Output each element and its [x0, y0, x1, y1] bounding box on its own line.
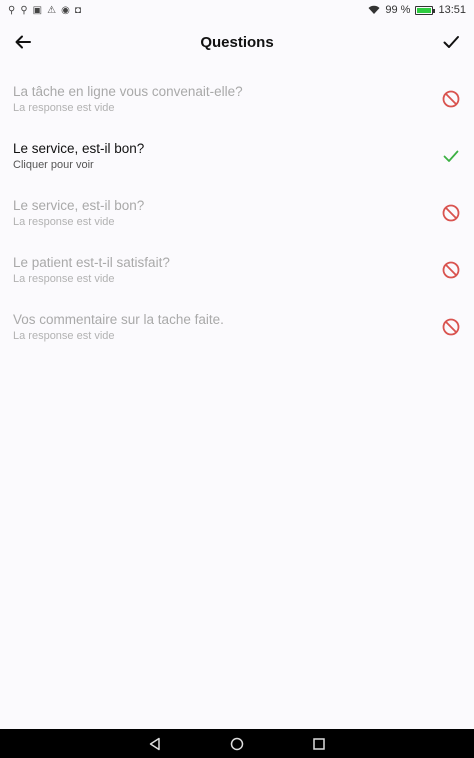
- empty-response-icon: [442, 204, 460, 221]
- question-subtitle: La response est vide: [13, 101, 115, 114]
- question-text: Le patient est-t-il satisfait?: [13, 254, 170, 270]
- question-subtitle: Cliquer pour voir: [13, 158, 94, 171]
- question-row-2[interactable]: Le service, est-il bon? Cliquer pour voi…: [0, 127, 474, 184]
- questions-list: La tâche en ligne vous convenait-elle? L…: [0, 70, 474, 355]
- answered-check-icon: [443, 150, 459, 162]
- usb-icon: ⚲: [20, 4, 28, 16]
- notification-icons: ⚲ ⚲ ▣ ⚠ ◉ ◘: [8, 5, 81, 16]
- image-icon: ▣: [32, 4, 43, 16]
- question-row-1[interactable]: La tâche en ligne vous convenait-elle? L…: [0, 70, 474, 127]
- clock: 13:51: [438, 4, 466, 16]
- empty-response-icon: [442, 318, 460, 335]
- nav-recents-icon: [313, 737, 325, 750]
- check-icon: [443, 36, 459, 48]
- nav-recents-button[interactable]: [311, 736, 327, 752]
- battery-icon: [415, 5, 436, 15]
- question-subtitle: La response est vide: [13, 215, 115, 228]
- arrow-left-icon: [15, 35, 31, 49]
- battery-percent: 99 %: [385, 4, 411, 16]
- pinterest-icon: ◉: [61, 4, 70, 16]
- empty-response-icon: [442, 90, 460, 107]
- warning-icon: ⚠: [47, 4, 57, 16]
- app-bar: Questions: [0, 20, 474, 64]
- wifi-icon: [368, 5, 380, 14]
- question-subtitle: La response est vide: [13, 272, 115, 285]
- nav-back-icon: [149, 737, 160, 750]
- nav-home-button[interactable]: [229, 736, 245, 752]
- question-row-4[interactable]: Le patient est-t-il satisfait? La respon…: [0, 241, 474, 298]
- back-button[interactable]: [10, 29, 36, 55]
- system-nav-bar: [0, 729, 474, 758]
- status-bar: ⚲ ⚲ ▣ ⚠ ◉ ◘ 99 % 13:51: [0, 0, 474, 20]
- question-row-3[interactable]: Le service, est-il bon? La response est …: [0, 184, 474, 241]
- question-text: Le service, est-il bon?: [13, 140, 145, 156]
- page-title: Questions: [200, 33, 274, 51]
- nav-back-button[interactable]: [147, 736, 163, 752]
- usb-icon: ⚲: [8, 4, 16, 16]
- battery-fill: [417, 7, 432, 13]
- question-text: Le service, est-il bon?: [13, 197, 145, 213]
- app-icon: ◘: [74, 4, 81, 16]
- question-text: Vos commentaire sur la tache faite.: [13, 311, 224, 327]
- confirm-button[interactable]: [438, 29, 464, 55]
- question-subtitle: La response est vide: [13, 329, 115, 342]
- question-row-5[interactable]: Vos commentaire sur la tache faite. La r…: [0, 298, 474, 355]
- status-right: 99 % 13:51: [368, 4, 466, 16]
- nav-home-icon: [230, 737, 244, 750]
- question-text: La tâche en ligne vous convenait-elle?: [13, 83, 243, 99]
- empty-response-icon: [442, 261, 460, 278]
